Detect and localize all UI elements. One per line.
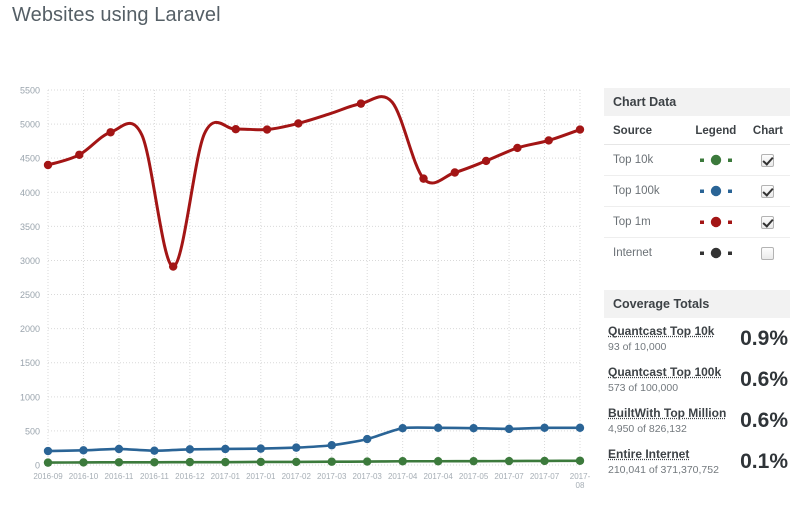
legend-swatch	[685, 206, 746, 238]
svg-text:2017-02: 2017-02	[282, 472, 312, 481]
coverage-detail: 4,950 of 826,132	[608, 423, 687, 435]
coverage-row-text: BuiltWith Top Million 4,950 of 826,132	[608, 406, 726, 435]
legend-swatch	[685, 144, 746, 176]
svg-text:2017-07: 2017-07	[494, 472, 524, 481]
coverage-totals-title: Coverage Totals	[604, 290, 790, 318]
legend-swatch	[686, 238, 746, 269]
source-label: Top 10k	[604, 144, 686, 176]
coverage-percent: 0.6%	[740, 367, 788, 391]
svg-text:2017-07: 2017-07	[530, 472, 560, 481]
table-row: Top 10k	[604, 144, 790, 176]
coverage-row: BuiltWith Top Million 4,950 of 826,132 0.6…	[604, 400, 790, 441]
coverage-link[interactable]: BuiltWith Top Million	[608, 406, 726, 420]
coverage-totals-body: Quantcast Top 10k 93 of 10,000 0.9% Quantca…	[604, 318, 790, 482]
legend-marker-icon	[699, 215, 733, 229]
checkbox-checked-icon[interactable]	[761, 184, 775, 198]
coverage-link[interactable]: Quantcast Top 10k	[608, 324, 714, 338]
svg-text:2016-09: 2016-09	[33, 472, 63, 481]
svg-text:2000: 2000	[20, 324, 40, 334]
legend-swatch	[685, 175, 746, 207]
coverage-row-text: Quantcast Top 10k 93 of 10,000	[608, 324, 714, 353]
svg-text:2017-01: 2017-01	[246, 472, 276, 481]
source-label: Internet	[613, 247, 652, 259]
legend-marker-icon	[699, 153, 733, 167]
svg-text:2017-05: 2017-05	[459, 472, 489, 481]
svg-text:2017-01: 2017-01	[211, 472, 241, 481]
coverage-row: Entire Internet 210,041 of 371,370,752 0.1…	[604, 441, 790, 482]
right-column: Chart Data Source Legend Chart Top 10k To…	[604, 88, 790, 504]
svg-text:2016-10: 2016-10	[69, 472, 99, 481]
chart-visibility-checkbox[interactable]	[745, 206, 790, 238]
svg-text:2017-03: 2017-03	[353, 472, 383, 481]
svg-text:0: 0	[35, 461, 40, 471]
svg-text:2016-12: 2016-12	[175, 472, 205, 481]
coverage-link[interactable]: Quantcast Top 100k	[608, 365, 721, 379]
svg-text:2017-03: 2017-03	[317, 472, 347, 481]
checkbox-checked-icon[interactable]	[761, 215, 775, 229]
svg-text:2016-11: 2016-11	[105, 472, 134, 481]
svg-text:5000: 5000	[20, 120, 40, 130]
chart-visibility-checkbox[interactable]	[745, 144, 790, 176]
coverage-detail: 210,041 of 371,370,752	[608, 464, 719, 476]
chart-data-panel: Chart Data Source Legend Chart Top 10k To…	[604, 88, 790, 268]
coverage-detail: 573 of 100,000	[608, 382, 679, 394]
svg-text:500: 500	[25, 426, 40, 436]
svg-text:4500: 4500	[20, 154, 40, 164]
svg-text:2017-04: 2017-04	[423, 472, 453, 481]
chart-panel: 0 500 1000 1500 2000 2500 3000 3500 4000 4500 5000…	[0, 70, 592, 505]
svg-text:1500: 1500	[20, 358, 40, 368]
page-title: Websites using Laravel	[12, 4, 221, 26]
checkbox-unchecked-icon[interactable]	[761, 246, 775, 260]
legend-marker-icon	[699, 184, 733, 198]
coverage-detail: 93 of 10,000	[608, 341, 667, 353]
table-row: Top 100k	[604, 175, 790, 207]
table-row: Top 1m	[604, 206, 790, 238]
line-chart[interactable]: 0 500 1000 1500 2000 2500 3000 3500 4000 4500 5000…	[0, 70, 592, 505]
coverage-row: Quantcast Top 100k 573 of 100,000 0.6%	[604, 359, 790, 400]
table-row: Internet	[604, 238, 790, 269]
coverage-percent: 0.1%	[740, 449, 788, 473]
source-label: Top 1m	[604, 206, 686, 238]
svg-text:1000: 1000	[20, 392, 40, 402]
coverage-row-text: Entire Internet 210,041 of 371,370,752	[608, 447, 719, 476]
chart-data-table: Source Legend Chart Top 10k Top 100k Top 1…	[604, 116, 790, 268]
coverage-link[interactable]: Entire Internet	[608, 447, 719, 461]
coverage-percent: 0.6%	[740, 408, 788, 432]
svg-text:2016-11: 2016-11	[140, 472, 169, 481]
page-root: Websites using Laravel 0 500 1000 1500 2000 2…	[0, 0, 800, 505]
svg-text:5500: 5500	[20, 86, 40, 96]
coverage-row: Quantcast Top 10k 93 of 10,000 0.9%	[604, 318, 790, 359]
svg-text:3000: 3000	[20, 256, 40, 266]
svg-text:2500: 2500	[20, 290, 40, 300]
svg-text:3500: 3500	[20, 222, 40, 232]
chart-visibility-checkbox[interactable]	[745, 175, 790, 207]
chart-data-title: Chart Data	[604, 88, 790, 116]
column-header-source: Source	[604, 116, 686, 145]
column-header-legend: Legend	[685, 116, 746, 145]
chart-visibility-checkbox[interactable]	[746, 238, 790, 269]
svg-text:2017-04: 2017-04	[388, 472, 418, 481]
source-label: Top 100k	[604, 175, 686, 207]
coverage-row-text: Quantcast Top 100k 573 of 100,000	[608, 365, 721, 394]
coverage-totals-panel: Coverage Totals Quantcast Top 10k 93 of 1…	[604, 290, 790, 482]
coverage-percent: 0.9%	[740, 326, 788, 350]
chart-data-body: Top 10k Top 100k Top 1m Internet	[604, 144, 790, 269]
checkbox-checked-icon[interactable]	[761, 153, 775, 167]
svg-text:2017-08: 2017-08	[570, 472, 591, 490]
legend-marker-icon	[699, 246, 733, 260]
column-header-chart: Chart	[745, 116, 790, 145]
svg-text:4000: 4000	[20, 188, 40, 198]
table-header-row: Source Legend Chart	[604, 116, 790, 145]
